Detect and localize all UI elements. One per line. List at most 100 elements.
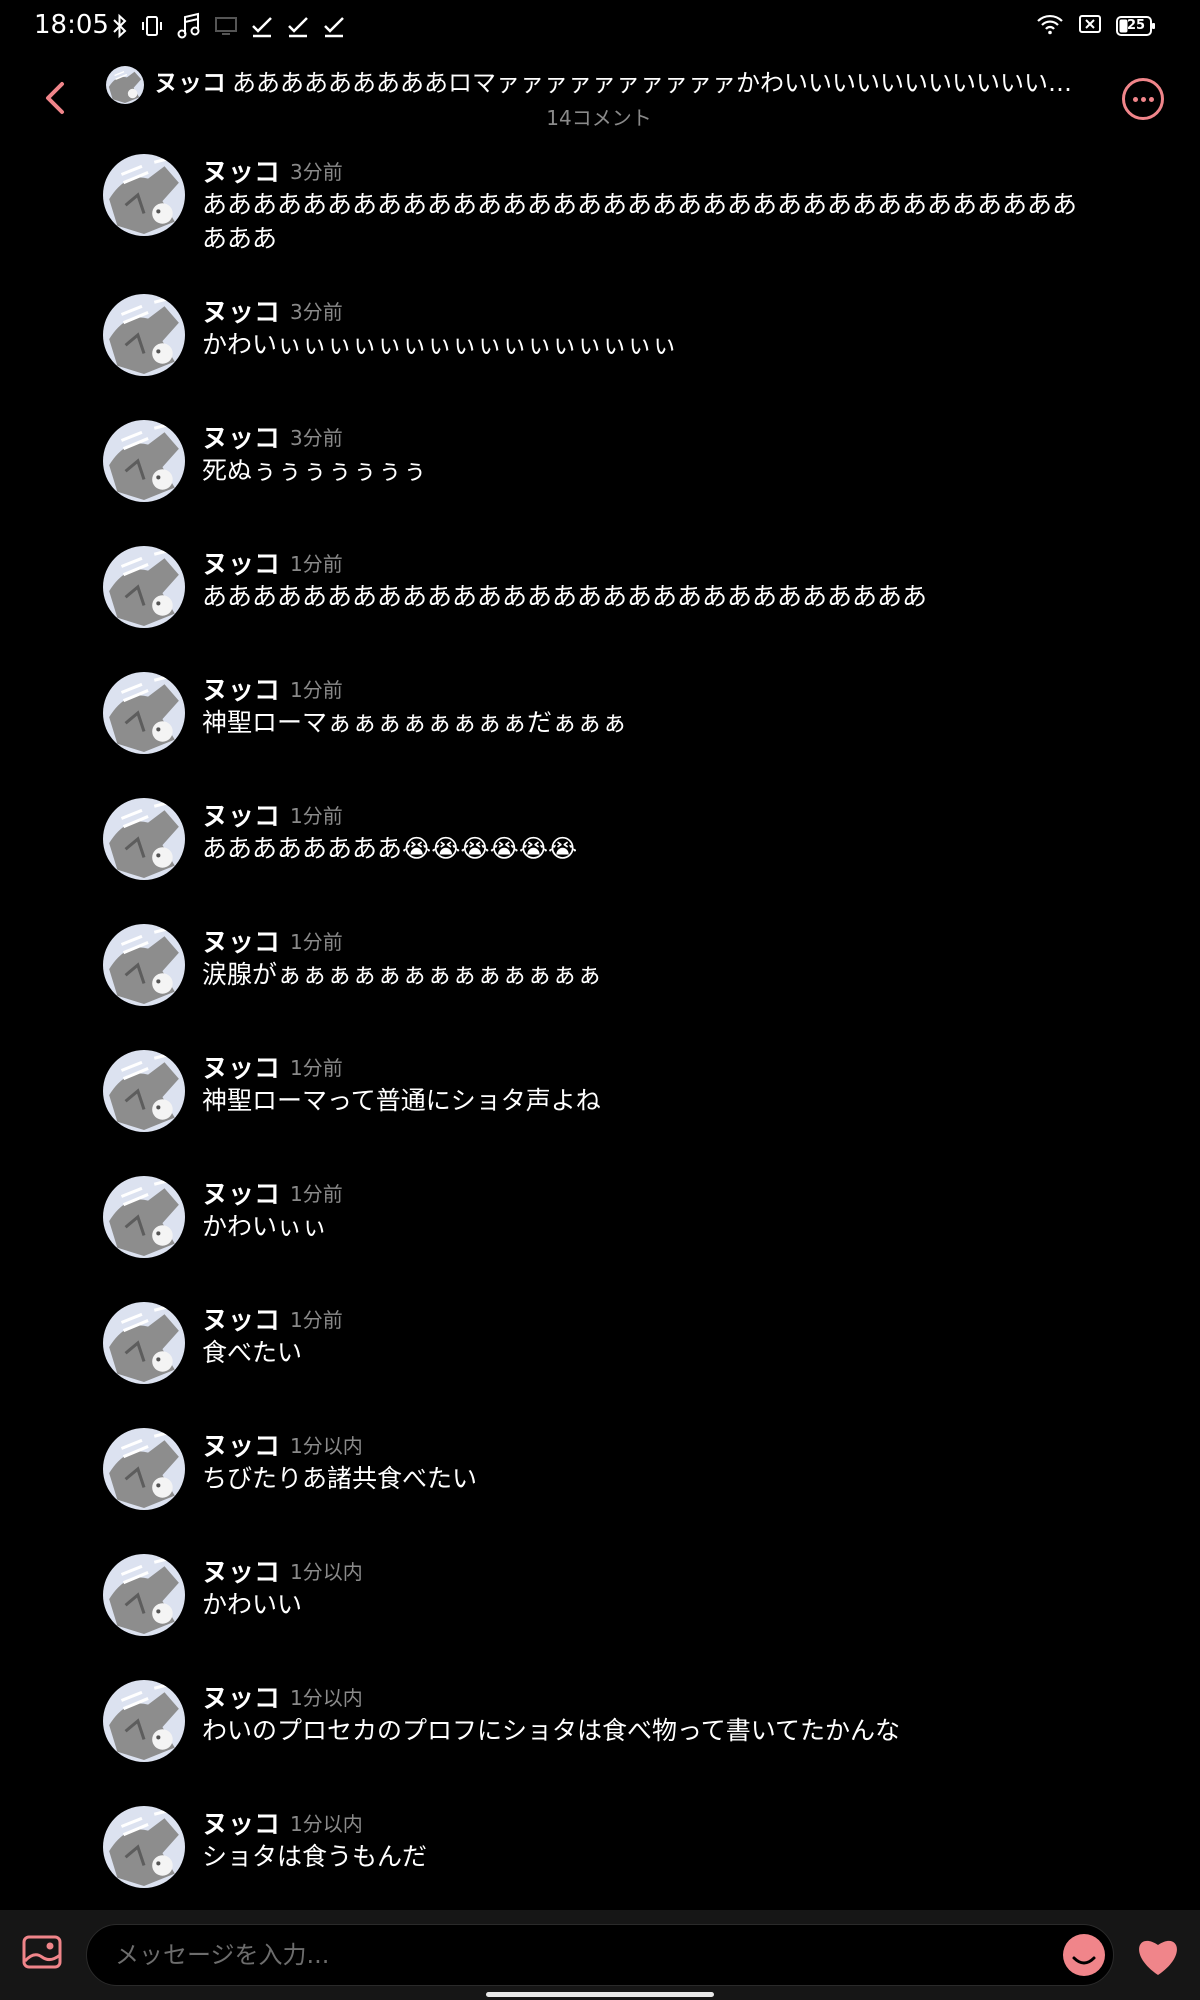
comment-text: かわいぃぃ <box>202 1212 328 1241</box>
avatar-image <box>103 672 185 754</box>
screen-icon <box>214 15 238 37</box>
comment-author[interactable]: ヌッコ <box>202 922 280 959</box>
avatar[interactable] <box>103 420 185 502</box>
battery-level: 25 <box>1126 18 1146 33</box>
more-dot-icon <box>1141 97 1146 102</box>
comment-author[interactable]: ヌッコ <box>202 1426 280 1463</box>
comment-author[interactable]: ヌッコ <box>202 1174 280 1211</box>
comment-author[interactable]: ヌッコ <box>202 544 280 581</box>
image-icon <box>22 1935 62 1969</box>
comment-text: ちびたりあ諸共食べたい <box>202 1464 478 1493</box>
comment-author[interactable]: ヌッコ <box>202 796 280 833</box>
comment-text: あああああああああああああああああああああああああああああ <box>202 582 928 611</box>
avatar[interactable] <box>103 1428 185 1510</box>
vibrate-icon <box>140 14 164 38</box>
status-left-icons <box>112 10 346 42</box>
avatar-image <box>103 546 185 628</box>
comment-text: ああああああああああああああああああああああああああああああああああああああ <box>202 190 1078 253</box>
avatar[interactable] <box>103 1680 185 1762</box>
avatar[interactable] <box>103 154 185 236</box>
comment-timestamp: 1分前 <box>290 1308 343 1332</box>
emoji-button[interactable] <box>1063 1934 1105 1976</box>
comment-timestamp: 1分前 <box>290 804 343 828</box>
comment-author[interactable]: ヌッコ <box>202 152 280 189</box>
message-input[interactable] <box>86 1924 1114 1986</box>
status-right-icons: 25 <box>1036 12 1156 40</box>
comment-text: ショタは食うもんだ <box>202 1842 428 1871</box>
avatar[interactable] <box>103 1050 185 1132</box>
comment-author[interactable]: ヌッコ <box>202 418 280 455</box>
avatar[interactable] <box>103 798 185 880</box>
message-input-bar <box>0 1910 1200 2000</box>
comment-text: ああああああああ😭😭😭😭😭😭 <box>202 834 578 863</box>
comment-author[interactable]: ヌッコ <box>202 1300 280 1337</box>
comment-timestamp: 1分前 <box>290 678 343 702</box>
avatar[interactable] <box>103 1302 185 1384</box>
comment-text: 神聖ローマって普通にショタ声よね <box>202 1086 601 1115</box>
comment-timestamp: 1分前 <box>290 930 343 954</box>
avatar-image <box>103 1554 185 1636</box>
image-button[interactable] <box>22 1933 62 1971</box>
comment-text: かわいい <box>202 1590 303 1619</box>
comment-text: かわいぃぃぃぃぃぃぃぃぃぃぃぃぃぃぃぃ <box>202 330 678 359</box>
avatar-image <box>103 798 185 880</box>
comment-timestamp: 3分前 <box>290 426 343 450</box>
avatar[interactable] <box>103 294 185 376</box>
post-author: ヌッコ <box>154 69 226 97</box>
comment-text: 涙腺がぁぁぁぁぁぁぁぁぁぁぁぁぁ <box>202 960 603 989</box>
comment-author[interactable]: ヌッコ <box>202 292 280 329</box>
comment-timestamp: 3分前 <box>290 160 343 184</box>
avatar-image <box>103 1428 185 1510</box>
home-indicator <box>486 1992 714 1997</box>
post-title-text: あああああああああロマァァァァァァァァァァかわいいいいいいいいいいいいい… <box>232 69 1080 97</box>
heart-icon <box>1139 1940 1177 1975</box>
chevron-left-icon <box>46 82 64 114</box>
avatar-image <box>103 154 185 236</box>
status-bar: 18:05 25 <box>0 0 1200 52</box>
comment-timestamp: 1分以内 <box>290 1560 363 1584</box>
emoji-icon <box>1072 1956 1096 1965</box>
comment-timestamp: 1分前 <box>290 1182 343 1206</box>
avatar[interactable] <box>103 1554 185 1636</box>
more-options-button[interactable] <box>1122 78 1164 120</box>
sim-off-icon <box>1078 13 1102 39</box>
wifi-icon <box>1036 13 1064 39</box>
comment-author[interactable]: ヌッコ <box>202 1804 280 1841</box>
comment-timestamp: 1分以内 <box>290 1812 363 1836</box>
comment-author[interactable]: ヌッコ <box>202 1678 280 1715</box>
check-icon <box>322 14 346 38</box>
comment-text: 食べたい <box>202 1338 303 1367</box>
avatar[interactable] <box>103 1176 185 1258</box>
battery-icon: 25 <box>1116 15 1156 37</box>
avatar[interactable] <box>103 1806 185 1888</box>
comment-text: 死ぬぅぅぅぅぅぅぅ <box>202 456 428 485</box>
bluetooth-icon <box>112 13 128 39</box>
comment-timestamp: 1分前 <box>290 1056 343 1080</box>
post-title: ヌッコ あああああああああロマァァァァァァァァァァかわいいいいいいいいいいいいい… <box>154 66 1080 100</box>
avatar-image <box>103 1302 185 1384</box>
back-button[interactable] <box>38 76 74 120</box>
check-icon <box>250 14 274 38</box>
avatar-image <box>103 294 185 376</box>
comment-author[interactable]: ヌッコ <box>202 670 280 707</box>
status-time: 18:05 <box>34 10 109 40</box>
avatar-image <box>103 420 185 502</box>
comment-author[interactable]: ヌッコ <box>202 1048 280 1085</box>
avatar-image <box>103 924 185 1006</box>
comment-text: わいのプロセカのプロフにショタは食べ物って書いてたかんな <box>202 1716 901 1745</box>
comment-author[interactable]: ヌッコ <box>202 1552 280 1589</box>
comment-timestamp: 1分以内 <box>290 1686 363 1710</box>
avatar[interactable] <box>103 546 185 628</box>
avatar[interactable] <box>103 924 185 1006</box>
avatar[interactable] <box>103 672 185 754</box>
more-dot-icon <box>1133 97 1138 102</box>
avatar-image <box>103 1050 185 1132</box>
post-avatar[interactable] <box>106 66 144 104</box>
avatar-image <box>103 1806 185 1888</box>
comment-timestamp: 3分前 <box>290 300 343 324</box>
like-button[interactable] <box>1134 1935 1182 1977</box>
avatar-image <box>106 66 144 104</box>
avatar-image <box>103 1176 185 1258</box>
avatar-image <box>103 1680 185 1762</box>
comment-list[interactable]: ヌッコ 3分前 ああああああああああああああああああああああああああああああああああ… <box>0 140 1200 1910</box>
